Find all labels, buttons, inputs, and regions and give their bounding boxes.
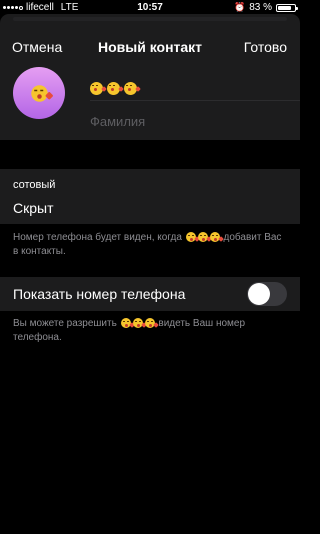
kissing-face-icon — [209, 232, 224, 243]
last-name-field[interactable]: Фамилия — [90, 114, 145, 129]
done-button[interactable]: Готово — [244, 39, 287, 55]
kissing-face-icon — [197, 232, 212, 243]
first-name-field[interactable] — [90, 82, 141, 95]
navigation-bar: Отмена Новый контакт Готово — [0, 34, 300, 58]
toggle-knob — [248, 283, 270, 305]
kissing-face-icon — [30, 84, 53, 102]
kissing-face-icon — [120, 318, 135, 329]
phone-note-emojis — [185, 232, 224, 243]
kissing-face-icon — [132, 318, 147, 329]
profile-section: Фамилия — [0, 58, 300, 140]
kissing-face-icon — [107, 82, 124, 95]
kissing-face-icon — [144, 318, 159, 329]
kissing-face-icon — [90, 82, 107, 95]
avatar[interactable] — [13, 67, 65, 119]
sheet-handle[interactable] — [13, 17, 287, 21]
phone-row[interactable]: сотовый Скрыт — [0, 169, 300, 224]
battery-fill — [278, 5, 291, 10]
share-phone-note: Вы можете разрешить видеть Ваш номер тел… — [13, 317, 287, 345]
kissing-face-icon — [124, 82, 141, 95]
share-note-emojis — [120, 318, 159, 329]
phone-visibility-note: Номер телефона будет виден, когда добави… — [13, 231, 287, 259]
share-phone-label: Показать номер телефона — [13, 286, 186, 302]
name-divider — [90, 100, 300, 101]
phone-value: Скрыт — [13, 200, 54, 216]
share-note-text-start: Вы можете разрешить — [13, 318, 117, 329]
status-right: ⏰ 83 % — [233, 2, 298, 13]
alarm-icon: ⏰ — [233, 2, 246, 12]
phone-label: сотовый — [13, 179, 56, 191]
share-phone-toggle[interactable] — [247, 282, 287, 306]
battery-percentage: 83 % — [249, 2, 272, 13]
share-phone-row: Показать номер телефона — [0, 277, 300, 311]
battery-icon — [276, 3, 298, 12]
phone-note-text-start: Номер телефона будет виден, когда — [13, 232, 182, 243]
kissing-face-icon — [185, 232, 200, 243]
